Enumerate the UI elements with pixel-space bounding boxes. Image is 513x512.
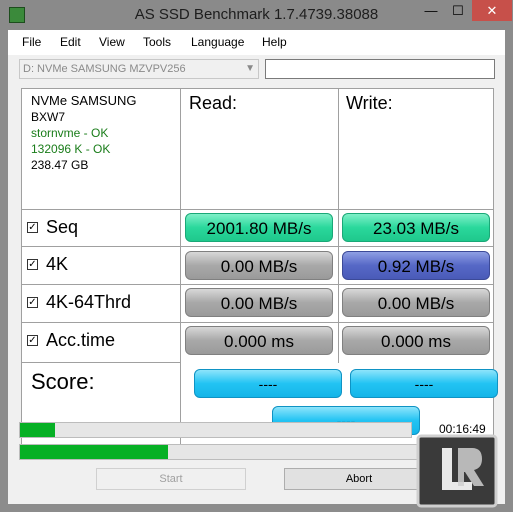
write-header: Write: xyxy=(346,93,393,113)
menu-tools[interactable]: Tools xyxy=(143,35,171,49)
close-button[interactable]: ✕ xyxy=(472,0,512,21)
seq-write-value: 23.03 MB/s xyxy=(342,213,490,242)
acc-time-write-value: 0.000 ms xyxy=(342,326,490,355)
results-grid: NVMe SAMSUNG BXW7 stornvme - OK 132096 K… xyxy=(21,88,498,448)
alignment-status: 132096 K - OK xyxy=(31,142,111,156)
divider xyxy=(22,362,180,363)
row-label: 4K-64Thrd xyxy=(46,292,132,312)
row-4k-64thrd: ✓ 4K-64Thrd xyxy=(22,285,180,321)
score-label: Score: xyxy=(31,369,95,394)
menu-language[interactable]: Language xyxy=(191,35,244,49)
test-progress-fill xyxy=(20,423,56,437)
divider xyxy=(180,89,181,447)
menu-view[interactable]: View xyxy=(99,35,125,49)
chevron-down-icon: ▼ xyxy=(245,63,255,74)
driver-status: stornvme - OK xyxy=(31,126,109,140)
device-size: 238.47 GB xyxy=(31,158,89,172)
menu-file[interactable]: File xyxy=(22,35,41,49)
4k-64thrd-write-value: 0.00 MB/s xyxy=(342,288,490,317)
title-bar[interactable]: AS SSD Benchmark 1.7.4739.38088 — ☐ ✕ xyxy=(0,0,513,30)
score-write-value: ---- xyxy=(350,369,498,398)
row-seq: ✓ Seq xyxy=(22,210,180,246)
maximize-button[interactable]: ☐ xyxy=(445,0,471,21)
seq-checkbox[interactable]: ✓ xyxy=(27,222,38,233)
acc-time-checkbox[interactable]: ✓ xyxy=(27,335,38,346)
device-info: NVMe SAMSUNG BXW7 stornvme - OK 132096 K… xyxy=(31,93,136,173)
device-name: NVMe SAMSUNG xyxy=(31,93,137,108)
test-progress-bar xyxy=(19,422,412,438)
start-button[interactable]: Start xyxy=(96,468,246,490)
legit-reviews-logo-icon xyxy=(416,434,498,508)
4k-read-value: 0.00 MB/s xyxy=(185,251,333,280)
menu-bar: File Edit View Tools Language Help xyxy=(8,30,505,55)
4k-write-value: 0.92 MB/s xyxy=(342,251,490,280)
read-header: Read: xyxy=(189,93,238,113)
app-window: AS SSD Benchmark 1.7.4739.38088 — ☐ ✕ Fi… xyxy=(0,0,513,512)
drive-select-value: D: NVMe SAMSUNG MZVPV256 xyxy=(23,63,186,75)
minimize-button[interactable]: — xyxy=(418,0,444,21)
row-acc-time: ✓ Acc.time xyxy=(22,323,180,359)
row-4k: ✓ 4K xyxy=(22,247,180,283)
4k-checkbox[interactable]: ✓ xyxy=(27,259,38,270)
row-label: Seq xyxy=(46,217,79,237)
drive-info-field[interactable] xyxy=(265,59,495,79)
row-label: 4K xyxy=(46,254,69,274)
score-read-value: ---- xyxy=(194,369,342,398)
4k-64thrd-read-value: 0.00 MB/s xyxy=(185,288,333,317)
device-model: BXW7 xyxy=(31,110,66,124)
acc-time-read-value: 0.000 ms xyxy=(185,326,333,355)
menu-help[interactable]: Help xyxy=(262,35,287,49)
seq-read-value: 2001.80 MB/s xyxy=(185,213,333,242)
total-progress-fill xyxy=(20,445,169,459)
drive-select[interactable]: D: NVMe SAMSUNG MZVPV256 ▼ xyxy=(19,59,259,79)
row-label: Acc.time xyxy=(46,330,116,350)
4k-64thrd-checkbox[interactable]: ✓ xyxy=(27,297,38,308)
menu-edit[interactable]: Edit xyxy=(60,35,81,49)
